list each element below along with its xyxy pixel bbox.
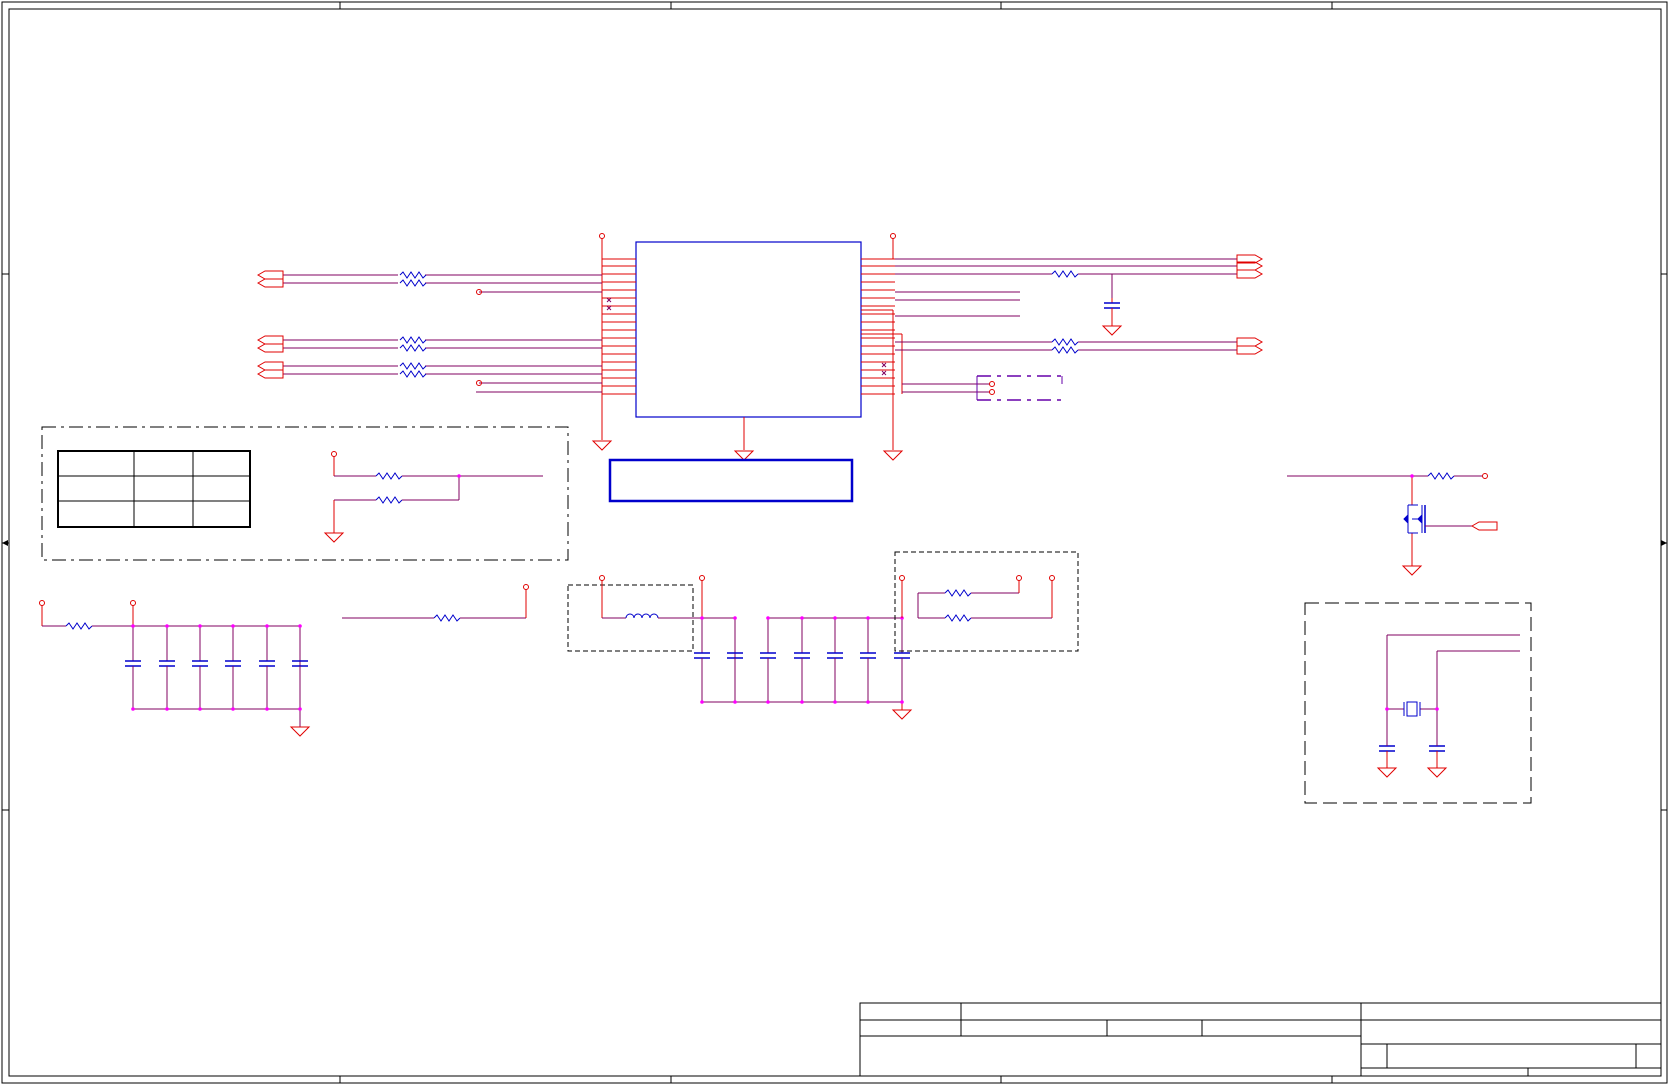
config-box xyxy=(41,426,569,561)
config-table xyxy=(57,450,251,528)
junction-dot xyxy=(298,624,302,628)
capacitor-symbol xyxy=(125,624,141,711)
capacitor-symbol xyxy=(192,624,208,711)
ic-right-pins xyxy=(861,238,903,450)
junction-dot xyxy=(766,700,770,704)
main-ic xyxy=(635,241,862,418)
capacitor-symbol xyxy=(159,624,175,711)
junction-dot xyxy=(800,700,804,704)
junction-dot xyxy=(700,700,704,704)
capacitor-symbol xyxy=(225,624,241,711)
ic-left-pins xyxy=(601,238,636,440)
series-resistor xyxy=(342,584,529,622)
right-resistors xyxy=(1051,270,1079,354)
capacitor-symbol xyxy=(860,616,876,704)
inductor-box xyxy=(567,575,735,652)
capacitor-symbol xyxy=(259,624,275,711)
junction-dot xyxy=(833,616,837,620)
junction-dot xyxy=(165,624,169,628)
left-caps xyxy=(125,624,308,711)
jumper-connector xyxy=(976,375,1063,401)
junction-dot xyxy=(198,624,202,628)
title-block xyxy=(859,1002,1662,1077)
crystal-circuit xyxy=(1304,602,1532,804)
junction-dot xyxy=(800,616,804,620)
left-cap-bank xyxy=(39,600,311,737)
frame-arrows xyxy=(2,540,1667,546)
capacitor-symbol xyxy=(292,624,308,711)
junction-dot xyxy=(231,707,235,711)
schematic-sheet xyxy=(0,0,1671,1087)
junction-dot xyxy=(265,707,269,711)
junction-dot xyxy=(165,707,169,711)
center-caps xyxy=(694,616,910,704)
capacitor-symbol xyxy=(894,616,910,704)
junction-dot xyxy=(866,700,870,704)
center-cap-bank xyxy=(699,575,913,720)
schematic-canvas xyxy=(1,1,1668,1084)
junction-dot xyxy=(231,624,235,628)
config-resistor-network xyxy=(323,451,543,543)
capacitor-symbol xyxy=(827,616,843,704)
junction-dot xyxy=(833,700,837,704)
junction-dot xyxy=(733,700,737,704)
junction-dot xyxy=(131,707,135,711)
capacitor-symbol xyxy=(760,616,776,704)
left-nets xyxy=(283,274,602,393)
left-ports xyxy=(256,270,284,379)
junction-dot xyxy=(900,700,904,704)
junction-dot xyxy=(298,707,302,711)
junction-dot xyxy=(265,624,269,628)
left-resistors xyxy=(399,271,427,378)
right-ports xyxy=(1236,254,1264,355)
resistor-option-box xyxy=(894,551,1079,652)
right-filter-cap xyxy=(1101,298,1123,336)
sheet-frame xyxy=(1,1,1668,1084)
junction-dot xyxy=(733,616,737,620)
junction-dot xyxy=(700,616,704,620)
right-nets xyxy=(895,258,1237,393)
mosfet-circuit xyxy=(1287,472,1498,576)
capacitor-symbol xyxy=(794,616,810,704)
no-connect-marks xyxy=(606,297,887,376)
junction-dot xyxy=(866,616,870,620)
ic-power-symbols xyxy=(476,233,904,461)
capacitor-symbol xyxy=(727,616,743,704)
junction-dot xyxy=(766,616,770,620)
junction-dot xyxy=(131,624,135,628)
capacitor-symbol xyxy=(694,616,710,704)
junction-dot xyxy=(198,707,202,711)
note-box xyxy=(608,458,854,503)
